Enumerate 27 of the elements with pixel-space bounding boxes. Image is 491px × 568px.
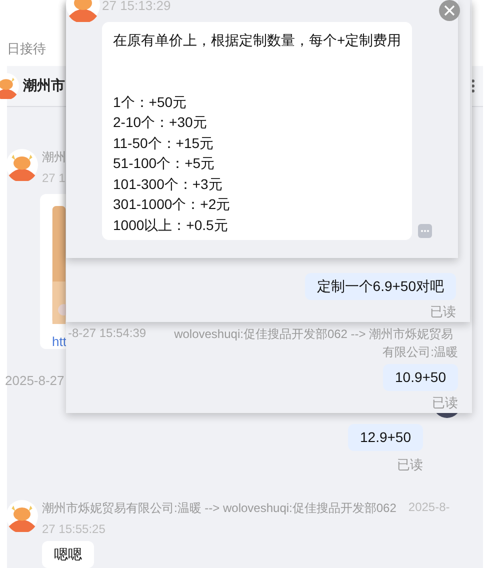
timestamp: 2025-8-27 (5, 373, 64, 388)
read-status: 已读 (432, 394, 458, 412)
message-bubble: 嗯嗯 (42, 541, 94, 568)
sender-name: woloveshuqi:促佳搜品开发部062 --> 潮州市烁妮贸易 (174, 326, 454, 343)
sender-name: 有限公司:温暖 (382, 344, 458, 361)
more-button[interactable] (418, 224, 432, 238)
message-bubble: 定制一个6.9+50对吧 (304, 273, 456, 300)
avatar (6, 149, 38, 181)
read-status: 已读 (397, 456, 423, 474)
chat-title: 潮州市 (23, 76, 65, 95)
close-button[interactable] (439, 0, 460, 21)
product-card[interactable]: htt (40, 194, 66, 349)
message-time: 27 15:55:25 (42, 522, 106, 536)
sender-name: 潮州 (42, 149, 66, 166)
product-link[interactable]: htt (52, 334, 66, 349)
message-bubble: 12.9+50 (348, 424, 423, 451)
avatar (6, 500, 38, 532)
message-text: 在原有单价上，根据定制数量，每个+定制费用 1个：+50元 2-10个：+30元 11-50个：+15元 51-100个：+5元 101-300个：+3元 301-1000个：+2元 1000以上：+0.5元 (102, 22, 412, 240)
message-date: 2025-8- (408, 500, 450, 516)
sender-name: 潮州市烁妮贸易有限公司:温暖 --> woloveshuqi:促佳搜品开发部062 (42, 500, 396, 517)
message-date: -8-27 15:54:39 (68, 326, 146, 342)
menu-icon[interactable] (471, 78, 475, 93)
tab-label[interactable]: 日接待 (7, 40, 46, 66)
message-bubble: 10.9+50 (383, 364, 458, 391)
read-status: 已读 (430, 303, 456, 321)
close-icon (444, 5, 455, 16)
message-time: 27 15:13:29 (102, 0, 171, 13)
